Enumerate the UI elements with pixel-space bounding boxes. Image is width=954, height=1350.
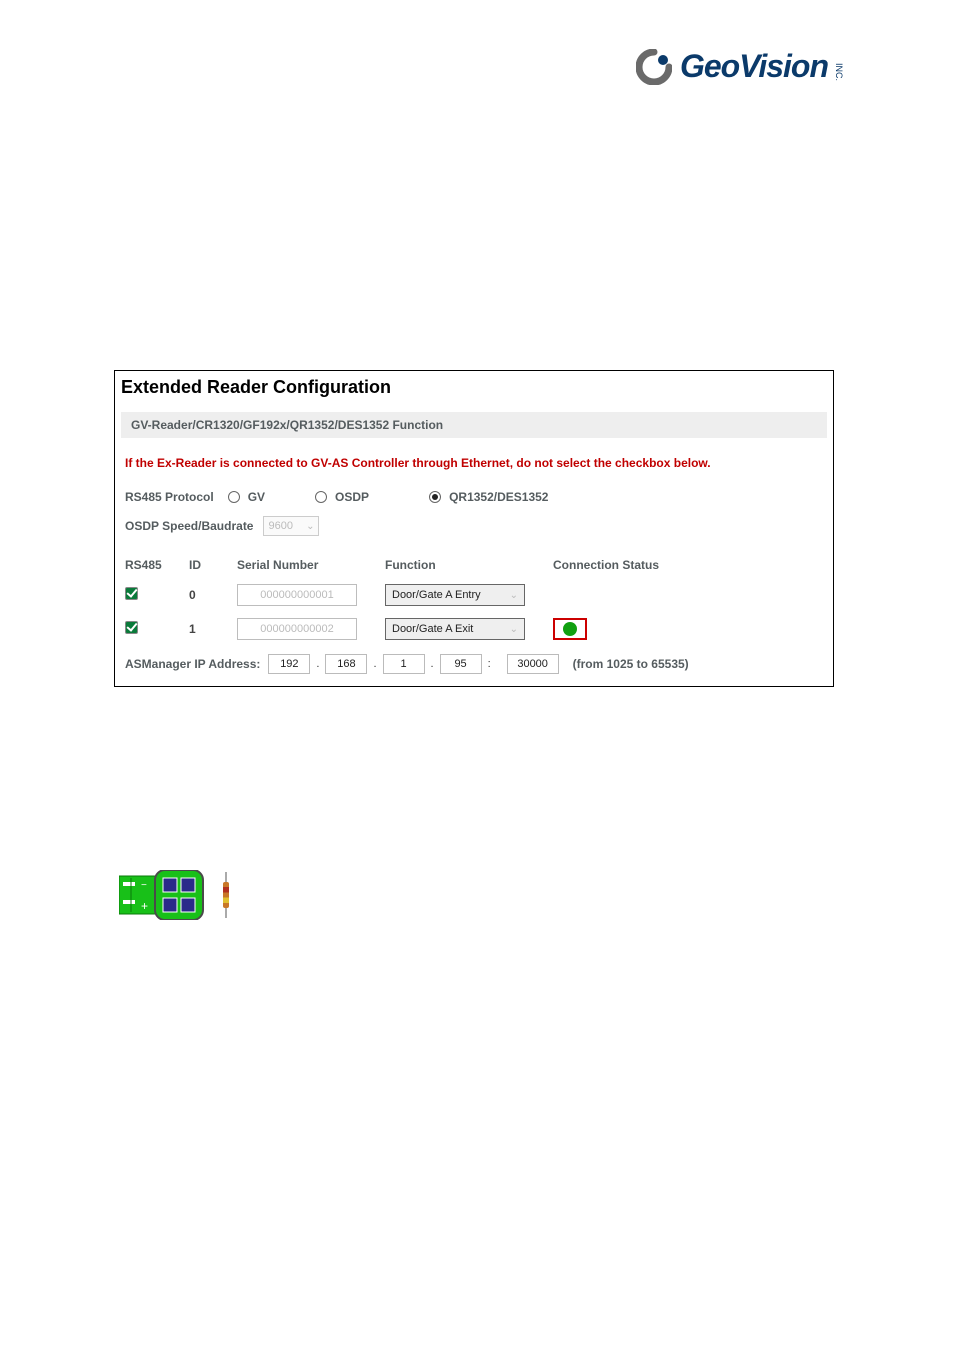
colon-separator: :	[486, 658, 493, 670]
baudrate-select[interactable]: 9600 ⌄	[263, 516, 319, 536]
table-row: 1 000000000002 Door/Gate A Exit ⌄	[125, 612, 823, 646]
col-status: Connection Status	[553, 558, 673, 572]
resistor-icon	[223, 882, 229, 908]
svg-text:+: +	[141, 899, 148, 913]
protocol-radio-qrdes[interactable]	[429, 491, 441, 503]
port-input[interactable]: 30000	[507, 654, 559, 674]
chevron-down-icon: ⌄	[510, 624, 518, 635]
ip-octet-1[interactable]: 192	[268, 654, 310, 674]
function-select-0[interactable]: Door/Gate A Entry ⌄	[385, 584, 525, 606]
rs485-checkbox-0[interactable]	[125, 587, 138, 600]
protocol-radio-osdp[interactable]	[315, 491, 327, 503]
function-select-1[interactable]: Door/Gate A Exit ⌄	[385, 618, 525, 640]
col-serial: Serial Number	[237, 558, 377, 572]
id-cell-0: 0	[189, 588, 229, 602]
ip-octet-4[interactable]: 95	[440, 654, 482, 674]
baudrate-value: 9600	[268, 520, 292, 532]
terminal-block-icon: − +	[119, 870, 215, 920]
ethernet-warning: If the Ex-Reader is connected to GV-AS C…	[125, 438, 823, 484]
protocol-row: RS485 Protocol GV OSDP QR1352/DES1352	[125, 484, 823, 510]
reader-table: RS485 ID Serial Number Function Connecti…	[125, 552, 823, 646]
asmanager-ip-label: ASManager IP Address:	[125, 657, 260, 671]
baudrate-row: OSDP Speed/Baudrate 9600 ⌄	[125, 510, 823, 542]
ip-octet-2[interactable]: 168	[325, 654, 367, 674]
serial-input-0[interactable]: 000000000001	[237, 584, 357, 606]
terminal-connector-diagram: − +	[119, 870, 229, 920]
dot-separator: .	[429, 658, 436, 670]
serial-input-1[interactable]: 000000000002	[237, 618, 357, 640]
dot-separator: .	[314, 658, 321, 670]
id-cell-1: 1	[189, 622, 229, 636]
brand-logo: GeoVision INC.	[636, 48, 844, 85]
protocol-option-gv: GV	[248, 490, 265, 504]
asmanager-ip-row: ASManager IP Address: 192 . 168 . 1 . 95…	[125, 646, 823, 674]
rs485-checkbox-1[interactable]	[125, 621, 138, 634]
brand-suffix: INC.	[834, 63, 844, 81]
svg-text:−: −	[141, 880, 147, 891]
dot-separator: .	[371, 658, 378, 670]
table-row: 0 000000000001 Door/Gate A Entry ⌄	[125, 578, 823, 612]
function-value-0: Door/Gate A Entry	[392, 589, 481, 601]
connection-status-indicator	[553, 618, 587, 640]
panel-title: Extended Reader Configuration	[115, 371, 833, 412]
protocol-radio-gv[interactable]	[228, 491, 240, 503]
status-dot-icon	[563, 622, 577, 636]
protocol-option-qrdes: QR1352/DES1352	[449, 490, 548, 504]
brand-name: GeoVision	[680, 48, 828, 85]
col-function: Function	[385, 558, 545, 572]
port-range-hint: (from 1025 to 65535)	[573, 657, 689, 671]
function-value-1: Door/Gate A Exit	[392, 623, 473, 635]
section-header: GV-Reader/CR1320/GF192x/QR1352/DES1352 F…	[121, 412, 827, 438]
protocol-label: RS485 Protocol	[125, 490, 214, 504]
extended-reader-config-panel: Extended Reader Configuration GV-Reader/…	[114, 370, 834, 687]
col-id: ID	[189, 558, 229, 572]
ip-octet-3[interactable]: 1	[383, 654, 425, 674]
table-header-row: RS485 ID Serial Number Function Connecti…	[125, 552, 823, 578]
col-rs485: RS485	[125, 558, 181, 572]
logo-mark-icon	[636, 49, 672, 85]
chevron-down-icon: ⌄	[306, 521, 314, 532]
baudrate-label: OSDP Speed/Baudrate	[125, 519, 253, 533]
chevron-down-icon: ⌄	[510, 590, 518, 601]
protocol-option-osdp: OSDP	[335, 490, 369, 504]
